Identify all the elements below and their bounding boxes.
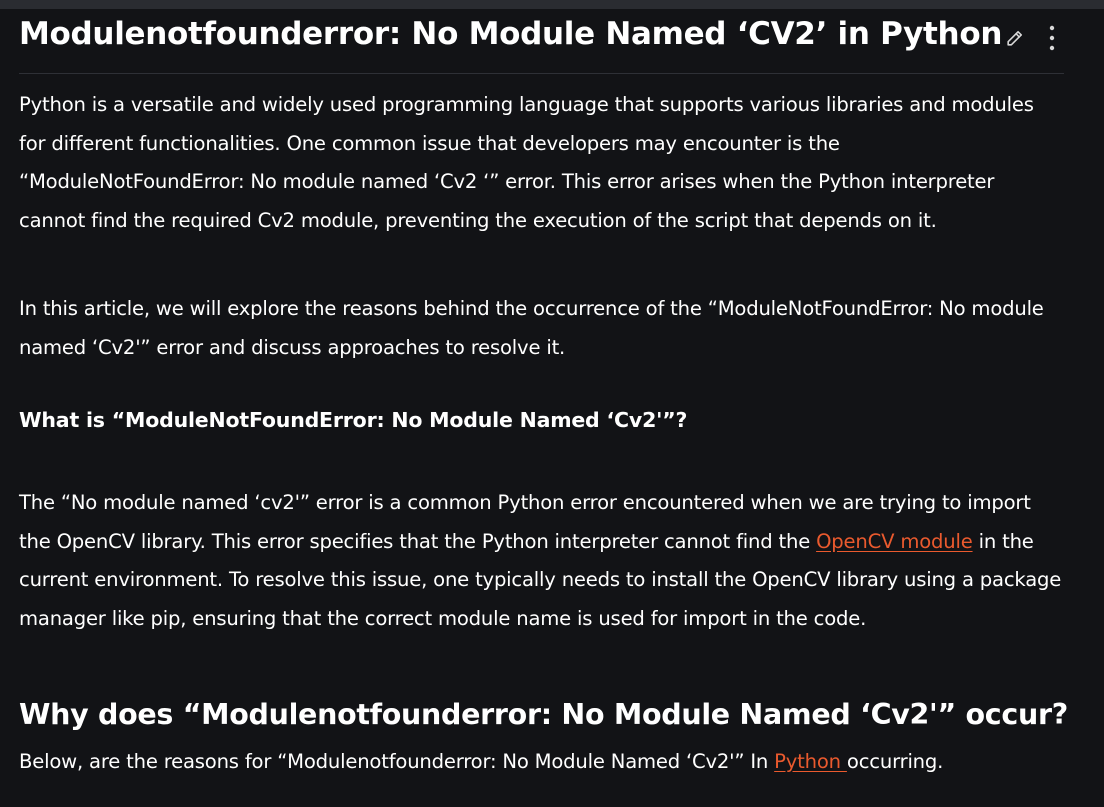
article-actions <box>1002 23 1064 53</box>
reasons-paragraph: Below, are the reasons for “Modulenotfou… <box>19 743 1064 782</box>
python-link[interactable]: Python <box>774 750 847 773</box>
page-title: Modulenotfounderror: No Module Named ‘CV… <box>19 16 1003 52</box>
intro-paragraph: Python is a versatile and widely used pr… <box>19 93 1034 232</box>
top-bar <box>0 0 1104 9</box>
section-heading-what-is: What is “ModuleNotFoundError: No Module … <box>19 408 688 432</box>
opencv-module-link[interactable]: OpenCV module <box>816 530 973 553</box>
article-header: Modulenotfounderror: No Module Named ‘CV… <box>19 9 1064 74</box>
reasons-text-after: occurring. <box>846 750 944 773</box>
section-heading-why: Why does “Modulenotfounderror: No Module… <box>19 698 1068 731</box>
more-vertical-icon[interactable] <box>1040 23 1064 53</box>
reasons-text-before: Below, are the reasons for “Modulenotfou… <box>19 750 775 773</box>
pencil-icon[interactable] <box>1002 23 1026 53</box>
explanation-paragraph: The “No module named ‘cv2'” error is a c… <box>19 484 1064 638</box>
article: Modulenotfounderror: No Module Named ‘CV… <box>19 9 1068 773</box>
overview-paragraph: In this article, we will explore the rea… <box>19 297 1044 359</box>
